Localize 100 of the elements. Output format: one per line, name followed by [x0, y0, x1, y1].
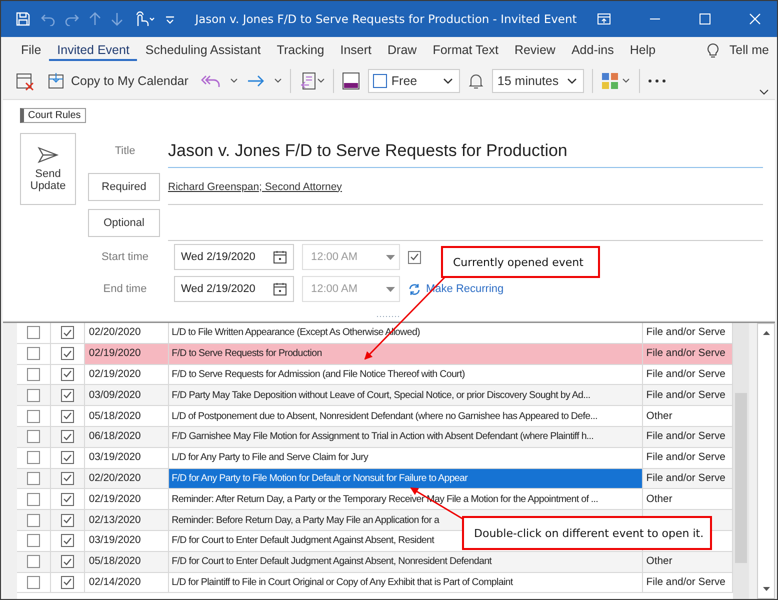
- checkbox[interactable]: [60, 388, 74, 402]
- table-cell[interactable]: F/D to Serve Requests for Production: [168, 344, 644, 364]
- checkbox[interactable]: [60, 472, 74, 485]
- splitter-handle-icon[interactable]: [377, 314, 401, 318]
- title-field[interactable]: Jason v. Jones F/D to Serve Requests for Production: [168, 134, 763, 168]
- dropdown-caret-icon[interactable]: [230, 78, 238, 84]
- table-cell[interactable]: L/D for Any Party to File and Serve Claim for Jury: [168, 448, 644, 468]
- maximize-icon[interactable]: [699, 13, 711, 25]
- more-options-icon[interactable]: [648, 79, 666, 83]
- table-cell: 05/18/2020: [84, 406, 169, 426]
- all-day-checkbox[interactable]: [408, 250, 421, 264]
- bell-icon: [468, 72, 484, 90]
- forward-icon[interactable]: [246, 73, 266, 89]
- menu-tab[interactable]: Draw: [380, 39, 425, 61]
- menu-tab[interactable]: Add-ins: [563, 39, 622, 61]
- save-icon[interactable]: [15, 11, 31, 27]
- required-button[interactable]: Required: [88, 173, 160, 201]
- scroll-down-icon[interactable]: [762, 586, 770, 592]
- time-label: Start time: [100, 251, 150, 263]
- scroll-up-icon[interactable]: [762, 330, 770, 336]
- checkbox[interactable]: [26, 326, 40, 340]
- scrollbar[interactable]: [757, 323, 775, 599]
- required-attendees-field[interactable]: Richard Greenspan; Second Attorney: [168, 169, 763, 205]
- table-cell: 03/09/2020: [84, 385, 169, 406]
- tell-me-link[interactable]: Tell me: [729, 43, 769, 57]
- checkbox[interactable]: [26, 451, 40, 464]
- checkbox[interactable]: [60, 410, 74, 423]
- date-field[interactable]: Wed 2/19/2020: [174, 244, 294, 270]
- checkbox[interactable]: [26, 388, 40, 402]
- menu-tab[interactable]: Invited Event: [49, 39, 138, 61]
- table-cell[interactable]: F/D Party May Take Deposition without Leave of Court, Special Notice, or prior Discovery Sought by Ad...: [168, 385, 644, 406]
- reply-all-icon[interactable]: [200, 73, 222, 89]
- checkbox[interactable]: [26, 472, 40, 485]
- chevron-down-icon: [443, 78, 454, 84]
- window-title: Jason v. Jones F/D to Serve Requests for Production - Invited Event: [194, 12, 578, 26]
- menu-tab[interactable]: Format Text: [424, 39, 506, 61]
- checkbox[interactable]: [26, 534, 40, 548]
- menu-tab[interactable]: Help: [622, 39, 664, 61]
- table-cell[interactable]: F/D for Any Party to File Motion for Default or Nonsuit for Failure to Appear: [168, 468, 644, 488]
- checkbox[interactable]: [60, 326, 74, 340]
- checkbox[interactable]: [60, 430, 74, 444]
- menu-tab[interactable]: Tracking: [268, 39, 332, 61]
- move-item-icon[interactable]: [299, 71, 326, 91]
- attendees-link[interactable]: Richard Greenspan; Second Attorney: [168, 180, 342, 192]
- checkbox[interactable]: [26, 514, 40, 527]
- checkbox[interactable]: [26, 492, 40, 506]
- table-cell[interactable]: F/D to Serve Requests for Admission (and File Notice Thereof with Court): [168, 364, 644, 384]
- checkbox[interactable]: [26, 430, 40, 444]
- chevron-down-icon: [567, 78, 578, 84]
- checkbox[interactable]: [26, 555, 40, 568]
- ribbon-display-icon[interactable]: [597, 13, 611, 25]
- title-label: Title: [114, 145, 136, 157]
- customize-icon[interactable]: [165, 14, 175, 24]
- checkbox[interactable]: [60, 492, 74, 506]
- menu-tab[interactable]: Insert: [332, 39, 380, 61]
- show-as-dropdown[interactable]: Free: [368, 69, 460, 93]
- calendar-icon[interactable]: [273, 282, 287, 296]
- scrollbar[interactable]: [733, 323, 750, 599]
- menu-tab[interactable]: Review: [506, 39, 564, 61]
- time-label: End time: [102, 283, 148, 295]
- categorize-icon[interactable]: [601, 71, 632, 91]
- optional-button[interactable]: Optional: [88, 209, 160, 237]
- send-update-button[interactable]: Send Update: [20, 133, 76, 205]
- table-cell: 02/19/2020: [84, 489, 169, 510]
- table-cell[interactable]: L/D for Plaintiff to File in Court Original or Copy of Any Exhibit that is Part of Complaint: [168, 572, 644, 592]
- checkbox[interactable]: [60, 514, 74, 527]
- menu-tab[interactable]: Scheduling Assistant: [137, 39, 269, 61]
- date-field[interactable]: Wed 2/19/2020: [174, 276, 294, 302]
- table-cell: 02/19/2020: [84, 344, 169, 364]
- checkbox[interactable]: [60, 347, 74, 360]
- table-cell: 02/14/2020: [84, 572, 169, 592]
- checkbox[interactable]: [60, 368, 74, 381]
- expand-ribbon-icon[interactable]: [759, 89, 769, 95]
- table-cell: 02/13/2020: [84, 510, 169, 530]
- category-tag: Court Rules: [20, 108, 86, 123]
- calendar-icon[interactable]: [273, 250, 287, 264]
- checkbox[interactable]: [60, 576, 74, 589]
- table-cell: 02/19/2020: [84, 364, 169, 384]
- checkbox[interactable]: [60, 451, 74, 464]
- decline-calendar-icon[interactable]: [15, 71, 35, 91]
- checkbox[interactable]: [60, 555, 74, 568]
- table-cell: 02/20/2020: [84, 323, 169, 343]
- checkbox[interactable]: [26, 368, 40, 381]
- table-cell[interactable]: L/D of Postponement due to Absent, Nonresident Defendant (where no Garnishee has Appeared to Defe...: [168, 406, 644, 426]
- table-cell: 05/18/2020: [84, 552, 169, 572]
- menu-tab[interactable]: File: [13, 39, 50, 61]
- lightbulb-icon[interactable]: [707, 42, 720, 58]
- checkbox[interactable]: [26, 576, 40, 589]
- checkbox[interactable]: [60, 534, 74, 548]
- table-cell[interactable]: F/D for Court to Enter Default Judgment Against Absent, Nonresident Defendant: [168, 552, 644, 572]
- reminder-dropdown[interactable]: 15 minutes: [492, 69, 584, 93]
- copy-to-calendar-button[interactable]: Copy to My Calendar: [43, 70, 192, 92]
- dropdown-caret-icon[interactable]: [274, 78, 282, 84]
- checkbox[interactable]: [26, 410, 40, 423]
- table-cell: 06/18/2020: [84, 426, 169, 447]
- annotation-tooltip: Double-click on different event to open it.: [462, 516, 712, 550]
- close-icon[interactable]: [749, 13, 761, 25]
- table-cell[interactable]: F/D Garnishee May File Motion for Assignment to Trial in Action with Absent Defendant (where Plaintiff h...: [168, 426, 644, 447]
- checkbox[interactable]: [26, 347, 40, 360]
- busy-status-icon[interactable]: [342, 72, 360, 90]
